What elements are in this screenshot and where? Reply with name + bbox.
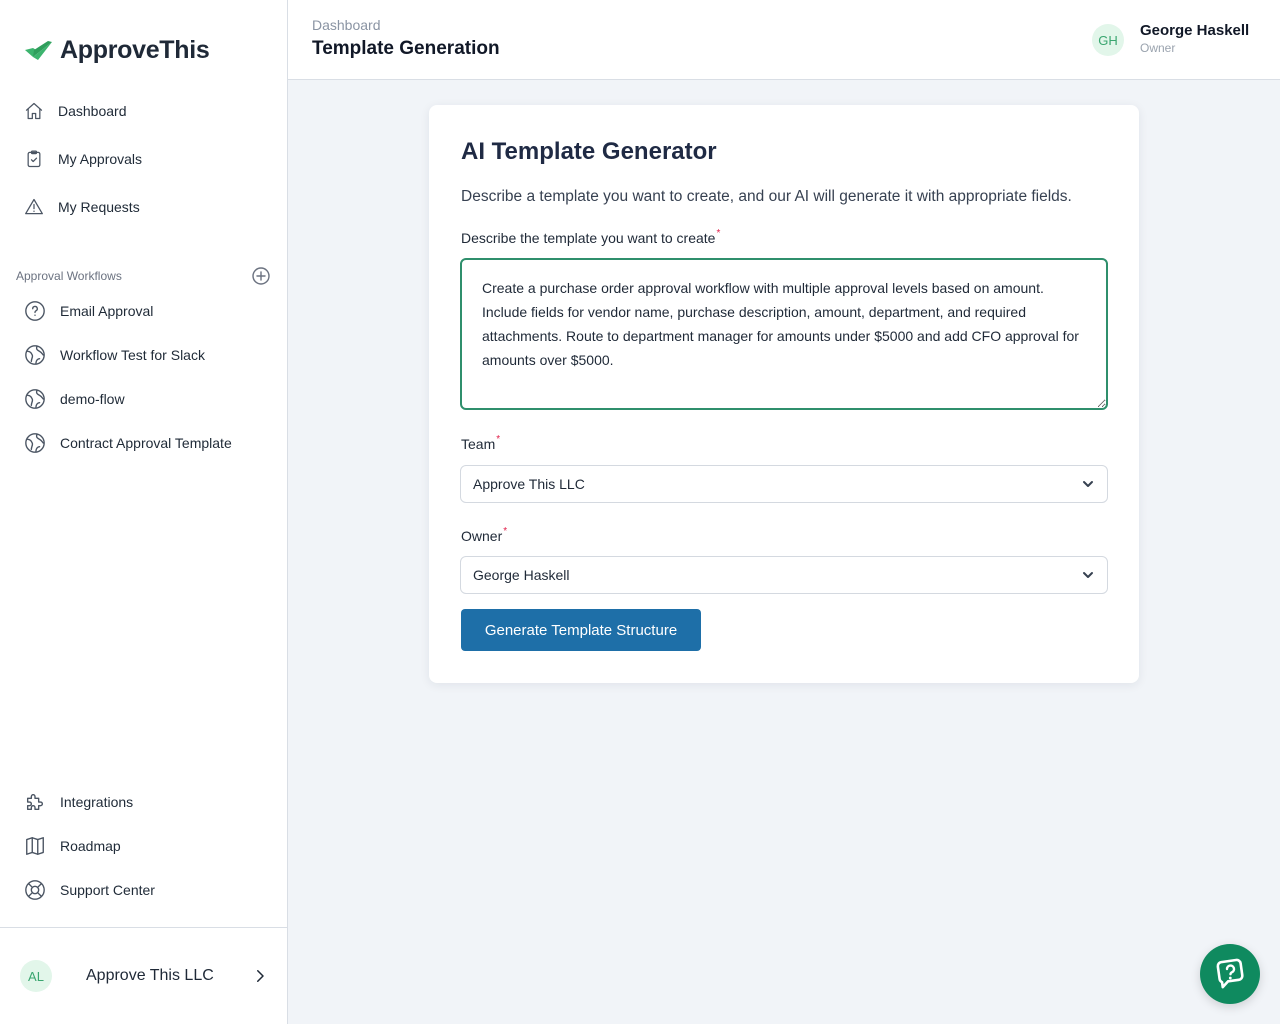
chevron-down-icon xyxy=(1083,481,1093,487)
owner-select-value: George Haskell xyxy=(473,567,570,583)
sidebar-item-dashboard[interactable]: Dashboard xyxy=(24,101,127,121)
required-mark: * xyxy=(503,526,508,537)
owner-select[interactable]: George Haskell xyxy=(460,556,1108,594)
team-select[interactable]: Approve This LLC xyxy=(460,465,1108,503)
team-label-text: Team xyxy=(461,436,496,452)
warning-triangle-icon xyxy=(25,198,43,215)
org-avatar: AL xyxy=(20,960,52,992)
app-logo[interactable]: ApproveThis xyxy=(24,36,210,65)
card-description: Describe a template you want to create, … xyxy=(461,188,1072,205)
chevron-down-icon xyxy=(1083,572,1093,578)
home-icon xyxy=(25,102,43,120)
user-name: George Haskell xyxy=(1140,22,1250,39)
user-menu[interactable]: GH George Haskell Owner xyxy=(1092,22,1249,56)
top-header: Dashboard Template Generation GH George … xyxy=(288,0,1280,80)
plus-circle-icon xyxy=(252,267,270,285)
add-workflow-button[interactable] xyxy=(252,267,270,285)
team-select-value: Approve This LLC xyxy=(473,476,585,492)
required-mark: * xyxy=(716,228,721,239)
sidebar-item-label: Workflow Test for Slack xyxy=(60,347,205,363)
template-description-textarea[interactable] xyxy=(460,258,1108,410)
sidebar-item-label: demo-flow xyxy=(60,391,125,407)
generate-template-button[interactable]: Generate Template Structure xyxy=(461,609,701,651)
sidebar-item-label: Integrations xyxy=(60,794,134,810)
card-title: AI Template Generator xyxy=(461,138,717,165)
prompt-label: Describe the template you want to create… xyxy=(461,228,721,246)
sidebar-workflow-email-approval[interactable]: Email Approval xyxy=(24,300,153,322)
checkmark-logo-icon xyxy=(25,40,52,60)
sidebar-item-integrations[interactable]: Integrations xyxy=(24,791,133,813)
globe-icon xyxy=(25,389,45,409)
sidebar-item-roadmap[interactable]: Roadmap xyxy=(24,835,121,857)
prompt-label-text: Describe the template you want to create xyxy=(461,230,716,246)
organization-switcher[interactable]: AL Approve This LLC xyxy=(0,927,287,1024)
chevron-right-icon xyxy=(257,970,264,982)
lifebuoy-icon xyxy=(25,880,45,900)
user-role: Owner xyxy=(1140,41,1176,55)
sidebar-workflow-contract-approval[interactable]: Contract Approval Template xyxy=(24,432,232,454)
org-name: Approve This LLC xyxy=(86,967,214,984)
sidebar-item-label: Email Approval xyxy=(60,303,154,319)
sidebar-item-label: My Approvals xyxy=(58,151,143,167)
owner-label-text: Owner xyxy=(461,528,503,544)
sidebar-item-support-center[interactable]: Support Center xyxy=(24,879,155,901)
question-circle-icon xyxy=(25,301,45,321)
team-label: Team* xyxy=(461,434,501,452)
template-generator-card: AI Template Generator Describe a templat… xyxy=(429,105,1139,683)
sidebar-workflow-slack-test[interactable]: Workflow Test for Slack xyxy=(24,344,205,366)
app-name: ApproveThis xyxy=(60,36,210,64)
map-icon xyxy=(26,837,44,855)
sidebar-item-label: Support Center xyxy=(60,882,155,898)
sidebar-item-label: Dashboard xyxy=(58,103,127,119)
sidebar: ApproveThis Dashboard My Approvals My Re… xyxy=(0,0,288,1024)
clipboard-check-icon xyxy=(27,150,41,168)
workflows-section-title: Approval Workflows xyxy=(16,269,122,283)
page-title: Template Generation xyxy=(312,38,500,59)
sidebar-item-my-requests[interactable]: My Requests xyxy=(24,197,140,217)
help-chat-button[interactable] xyxy=(1200,944,1260,1004)
sidebar-item-my-approvals[interactable]: My Approvals xyxy=(24,149,142,169)
sidebar-workflow-demo-flow[interactable]: demo-flow xyxy=(24,388,125,410)
user-avatar: GH xyxy=(1092,24,1124,56)
sidebar-item-label: Roadmap xyxy=(60,838,121,854)
help-chat-icon xyxy=(1216,958,1244,989)
globe-icon xyxy=(25,345,45,365)
required-mark: * xyxy=(496,434,501,445)
sidebar-item-label: Contract Approval Template xyxy=(60,435,232,451)
puzzle-icon xyxy=(26,794,43,811)
sidebar-item-label: My Requests xyxy=(58,199,140,215)
globe-icon xyxy=(25,433,45,453)
breadcrumb[interactable]: Dashboard xyxy=(312,17,381,33)
owner-label: Owner* xyxy=(461,526,508,544)
